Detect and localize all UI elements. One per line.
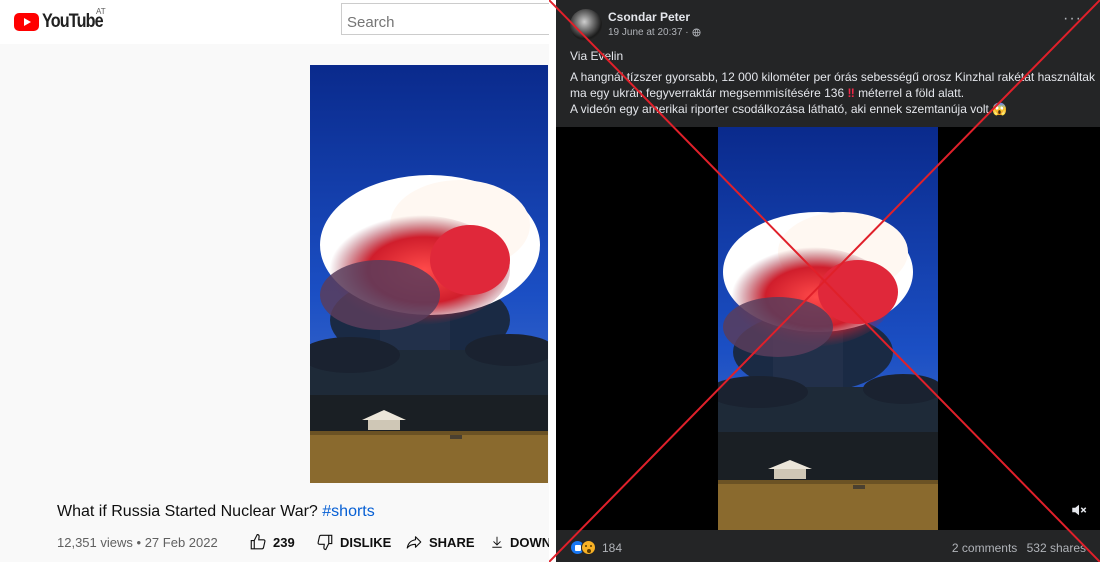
author-avatar[interactable] [570,9,602,41]
youtube-wordmark: YouTube [42,11,104,32]
region-code: AT [96,7,106,16]
youtube-panel: YouTube AT Search What if Russia Started… [0,0,549,562]
youtube-top-bar: YouTube AT [0,0,549,44]
youtube-play-icon [14,13,39,31]
post-line-3: A videón egy amerikai riporter csodálkoz… [570,102,1008,116]
share-button[interactable]: SHARE [405,533,475,551]
thumbs-up-icon [250,533,266,550]
facebook-post: Csondar Peter 19 June at 20:37 · ··· Via… [556,0,1100,562]
shorts-hashtag-link[interactable]: #shorts [322,503,374,520]
double-exclamation-emoji: ‼ [847,86,855,100]
download-icon [492,536,502,548]
download-label: DOWN [510,534,549,550]
like-button[interactable]: 239 [249,533,295,551]
post-timestamp-row: 19 June at 20:37 · [608,27,701,38]
meta-separator: • [136,535,142,550]
panel-divider [549,0,556,562]
video-title: What if Russia Started Nuclear War? #sho… [57,503,375,521]
post-footer: 184 2 comments 532 shares [556,530,1100,562]
youtube-video-player[interactable] [310,65,548,483]
search-input[interactable] [341,3,549,35]
wow-reaction-icon [581,540,596,555]
engagement-stats: 2 comments 532 shares [952,541,1086,555]
author-name[interactable]: Csondar Peter [608,10,690,24]
comments-count[interactable]: 2 comments [952,541,1017,555]
post-line-2-start: ma egy ukrán fegyverraktár megsemmisítés… [570,86,845,100]
thumbs-down-icon [317,534,333,551]
dislike-label: DISLIKE [340,534,392,550]
video-metadata: 12,351 views • 27 Feb 2022 [57,535,218,550]
like-count: 239 [273,534,295,550]
post-timestamp[interactable]: 19 June at 20:37 · [608,27,689,38]
share-label: SHARE [429,534,475,550]
mute-icon[interactable] [1070,501,1088,519]
facebook-video-frame[interactable] [556,127,1100,530]
globe-icon [692,28,701,37]
view-count: 12,351 views [57,535,133,550]
post-line-via: Via Evelin [570,49,624,63]
dislike-button[interactable]: DISLIKE [316,533,391,551]
post-line-2: ma egy ukrán fegyverraktár megsemmisítés… [570,85,1095,101]
shares-count[interactable]: 532 shares [1027,541,1086,555]
reactions-summary[interactable]: 184 [570,540,622,555]
share-arrow-icon [406,536,422,549]
facebook-video-player[interactable] [718,127,938,530]
post-text: Via Evelin A hangnál tízszer gyorsabb, 1… [570,48,1095,117]
more-options-icon[interactable]: ··· [1063,10,1082,28]
upload-date: 27 Feb 2022 [144,535,218,550]
download-button[interactable]: DOWN [490,533,549,551]
video-title-text: What if Russia Started Nuclear War? [57,503,318,520]
post-line-2-end: méterrel a föld alatt. [858,86,965,100]
reaction-count: 184 [602,540,623,555]
post-line-1: A hangnál tízszer gyorsabb, 12 000 kilom… [570,70,1095,84]
